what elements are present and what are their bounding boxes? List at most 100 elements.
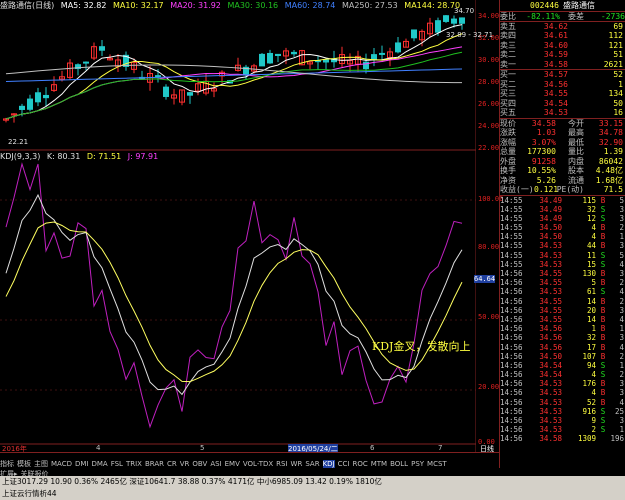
candle-body — [187, 92, 193, 96]
quote-l1: 外盘 — [500, 156, 516, 166]
quote-v1: 1.03 — [536, 128, 556, 137]
candle-body — [459, 17, 465, 24]
indicator-tab[interactable]: VOL-TDX — [243, 460, 273, 468]
tick-v: 115 — [582, 195, 596, 205]
bid-price: 34.56 — [543, 79, 568, 89]
tick-row: 14:56 34.54 94 S 1 — [500, 361, 625, 370]
tick-p: 34.49 — [539, 204, 562, 214]
price-tick: 28.00 — [478, 78, 500, 86]
candle-body — [443, 15, 449, 22]
tick-t: 14:55 — [500, 232, 523, 242]
tick-t: 14:56 — [500, 324, 523, 334]
chart-area[interactable] — [0, 0, 476, 452]
tick-t: 14:56 — [500, 342, 523, 352]
candle-body — [259, 53, 265, 67]
indicator-tabs: 指标 模板 主图 MACD DMI DMA FSL TRIX BRAR CR VR OBV ASI EMV… — [0, 452, 499, 476]
indicator-tab[interactable]: DMA — [91, 460, 107, 468]
tick-d: B — [600, 333, 606, 343]
tick-n: 3 — [619, 241, 624, 251]
candle-body — [411, 29, 417, 39]
bid-row: 买一 34.57 52 — [500, 70, 625, 80]
tick-v: 1 — [591, 324, 596, 334]
ask-row: 卖五 34.62 69 — [500, 22, 625, 32]
quote-l1: 收益(一) — [500, 185, 534, 194]
tick-p: 34.50 — [539, 232, 562, 242]
indicator-tab[interactable]: ROC — [352, 460, 367, 468]
status-message: 上证云行情析44 — [2, 489, 57, 498]
quote-l2: 今开 — [568, 118, 584, 128]
tick-row: 14:56 34.54 4 S 2 — [500, 370, 625, 379]
ma250-label: MA250: 27.53 — [341, 1, 398, 10]
indicator-tab[interactable]: EMV — [225, 460, 240, 468]
indicator-tab[interactable]: SAR — [305, 460, 319, 468]
tick-n: 3 — [619, 204, 624, 214]
tick-p: 34.49 — [539, 213, 562, 223]
quote-row: 收益(一) 0.121 PE(动) 71.5 — [500, 185, 625, 195]
tick-row: 14:55 34.53 44 B 3 — [500, 241, 625, 250]
tick-v: 1309 — [577, 434, 596, 444]
tick-d: B — [600, 195, 606, 205]
tick-p: 34.53 — [539, 259, 562, 269]
date-label: 6 — [370, 444, 375, 452]
indicator-tab[interactable]: 主图 — [34, 460, 48, 468]
quote-v1: 5.26 — [536, 175, 556, 185]
tick-v: 5 — [591, 278, 596, 288]
indicator-tab[interactable]: DMI — [75, 460, 89, 468]
tick-n: 2 — [619, 223, 624, 233]
bid-volume: 52 — [613, 70, 623, 79]
tick-n: 1 — [619, 232, 624, 242]
indicator-tab[interactable]: ASI — [210, 460, 221, 468]
date-label: 7 — [438, 444, 443, 452]
tick-list[interactable]: 14:55 34.49 115 B 5 14:55 34.49 32 S 3 14:55 34.49 1… — [500, 194, 625, 444]
tick-d: B — [600, 269, 606, 278]
indicator-tab[interactable]: CR — [167, 460, 177, 468]
tick-d: S — [600, 370, 606, 380]
indicator-tab[interactable]: 指标 — [0, 460, 14, 468]
ask-price: 34.60 — [543, 40, 568, 50]
tick-d: S — [600, 204, 606, 214]
chart-title: 盛路通信(日线) — [0, 1, 55, 10]
tick-p: 34.53 — [539, 388, 562, 398]
indicator-tab[interactable]: CCI — [338, 460, 350, 468]
ask-volume: 121 — [608, 40, 623, 50]
ratio-row: 委比 -82.11% 委差 -2736 — [500, 11, 625, 21]
quote-l2: 量比 — [568, 147, 584, 156]
tick-p: 34.50 — [539, 223, 562, 233]
tick-p: 34.56 — [539, 324, 562, 334]
indicator-tab[interactable]: RSI — [276, 460, 287, 468]
tick-row: 14:56 34.53 61 S 4 — [500, 287, 625, 296]
tick-d: B — [600, 324, 606, 334]
indicator-tab[interactable]: FSL — [111, 460, 123, 468]
indicator-tab[interactable]: BRAR — [145, 460, 164, 468]
tick-d: B — [600, 305, 606, 315]
tick-p: 34.53 — [539, 425, 562, 435]
kdj-legend: KDJ(9,3,3) K: 80.31 D: 71.51 J: 97.91 — [0, 151, 476, 162]
indicator-tab[interactable]: MTM — [371, 460, 387, 468]
indicator-tab[interactable]: VR — [180, 460, 190, 468]
indicator-tab[interactable]: 模板 — [17, 460, 31, 468]
tick-d: S — [600, 425, 606, 435]
tick-v: 130 — [582, 269, 596, 278]
tick-n: 4 — [619, 314, 624, 324]
indicator-tab[interactable]: MACD — [51, 460, 72, 468]
tick-p: 34.53 — [539, 397, 562, 407]
tick-p: 34.53 — [539, 250, 562, 260]
indicator-tab[interactable]: WR — [291, 460, 303, 468]
indicator-tab[interactable]: TRIX — [126, 460, 142, 468]
indicator-tab[interactable]: OBV — [192, 460, 207, 468]
kdj-j-label: J: 97.91 — [127, 152, 159, 161]
indicator-tab[interactable]: PSY — [411, 460, 424, 468]
candle-body — [27, 98, 33, 110]
ask-volume: 2621 — [603, 59, 623, 69]
quote-l1: 涨幅 — [500, 137, 516, 147]
candlestick-chart[interactable] — [0, 0, 476, 452]
indicator-tab[interactable]: MCST — [427, 460, 447, 468]
indicator-tab[interactable]: BOLL — [390, 460, 408, 468]
tick-v: 15 — [586, 259, 596, 269]
tick-t: 14:55 — [500, 204, 523, 214]
indicator-tab[interactable]: KDJ — [322, 460, 335, 468]
ask-label: 卖四 — [500, 31, 516, 40]
kdj-tick: 80.00 — [478, 243, 500, 251]
tick-p: 34.53 — [539, 241, 562, 251]
tick-t: 14:56 — [500, 397, 523, 407]
